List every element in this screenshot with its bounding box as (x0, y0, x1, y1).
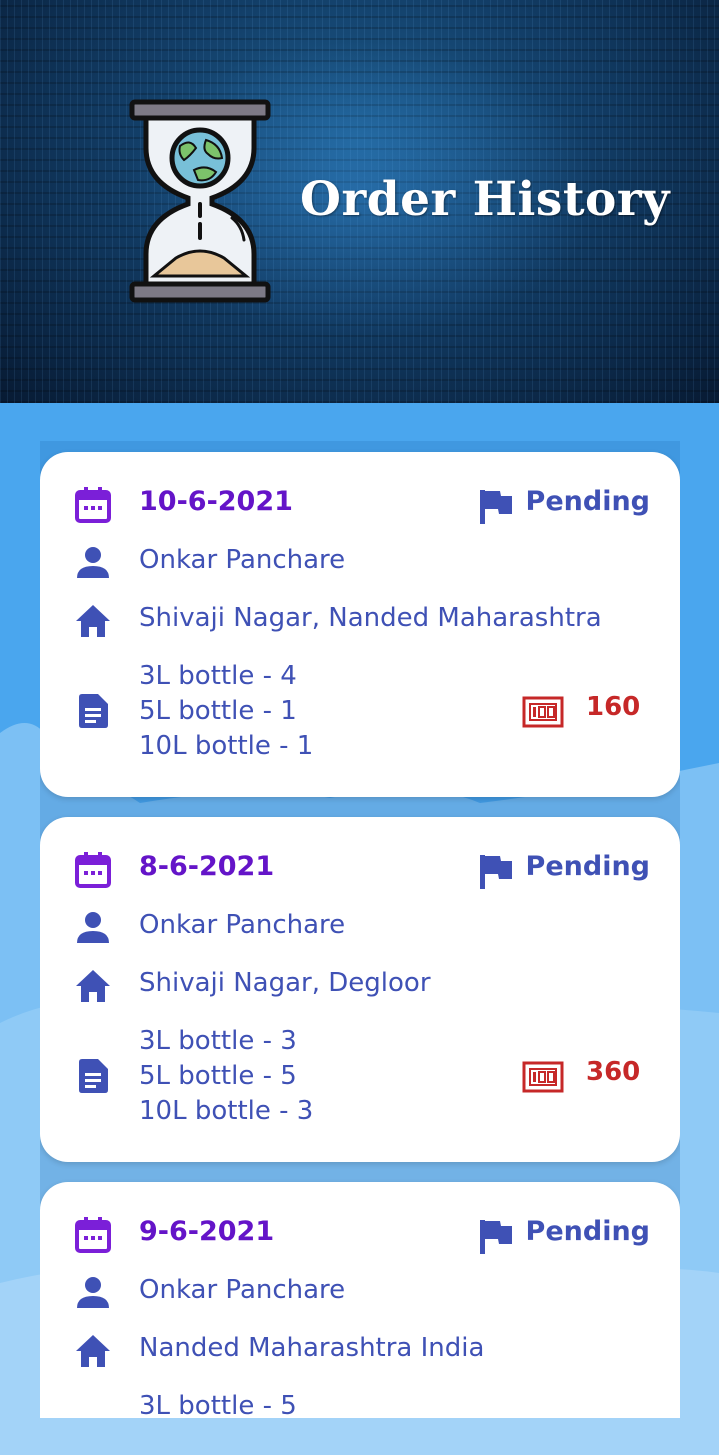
order-total: 360 (586, 1057, 641, 1087)
order-card[interactable]: 9-6-2021 Pending Onkar Panchare Nanded M… (40, 1182, 680, 1418)
order-status: Pending (525, 851, 650, 882)
order-address: Shivaji Nagar, Nanded Maharashtra (139, 603, 602, 633)
page-title: Order History (300, 172, 670, 227)
home-icon (76, 605, 110, 637)
cash-icon (522, 1061, 564, 1093)
header-banner: Order History (0, 0, 719, 403)
order-date: 8-6-2021 (139, 851, 275, 882)
home-icon (76, 970, 110, 1002)
home-icon (76, 1335, 110, 1367)
order-date: 9-6-2021 (139, 1216, 275, 1247)
document-icon (79, 1059, 108, 1093)
flag-icon (480, 855, 512, 889)
order-total: 160 (586, 692, 641, 722)
order-address: Shivaji Nagar, Degloor (139, 968, 431, 998)
order-card[interactable]: 10-6-2021 Pending Onkar Panchare Shivaji… (40, 452, 680, 797)
document-icon (79, 694, 108, 728)
calendar-icon (75, 487, 111, 523)
hourglass-globe-icon (129, 99, 271, 303)
customer-name: Onkar Panchare (139, 545, 346, 575)
customer-name: Onkar Panchare (139, 910, 346, 940)
order-date: 10-6-2021 (139, 486, 293, 517)
order-item: 3L bottle - 5 (139, 1391, 297, 1418)
order-item: 5L bottle - 5 (139, 1061, 297, 1091)
order-status: Pending (525, 1216, 650, 1247)
cash-icon (522, 696, 564, 728)
order-item: 3L bottle - 4 (139, 661, 297, 691)
order-item: 10L bottle - 3 (139, 1096, 314, 1126)
order-list[interactable]: 10-6-2021 Pending Onkar Panchare Shivaji… (40, 441, 680, 1418)
order-item: 5L bottle - 1 (139, 696, 297, 726)
customer-name: Onkar Panchare (139, 1275, 346, 1305)
order-status: Pending (525, 486, 650, 517)
person-icon (77, 912, 109, 943)
order-item: 10L bottle - 1 (139, 731, 314, 761)
person-icon (77, 547, 109, 578)
calendar-icon (75, 852, 111, 888)
person-icon (77, 1277, 109, 1308)
calendar-icon (75, 1217, 111, 1253)
order-item: 3L bottle - 3 (139, 1026, 297, 1056)
flag-icon (480, 490, 512, 524)
flag-icon (480, 1220, 512, 1254)
order-address: Nanded Maharashtra India (139, 1333, 485, 1363)
order-card[interactable]: 8-6-2021 Pending Onkar Panchare Shivaji … (40, 817, 680, 1162)
